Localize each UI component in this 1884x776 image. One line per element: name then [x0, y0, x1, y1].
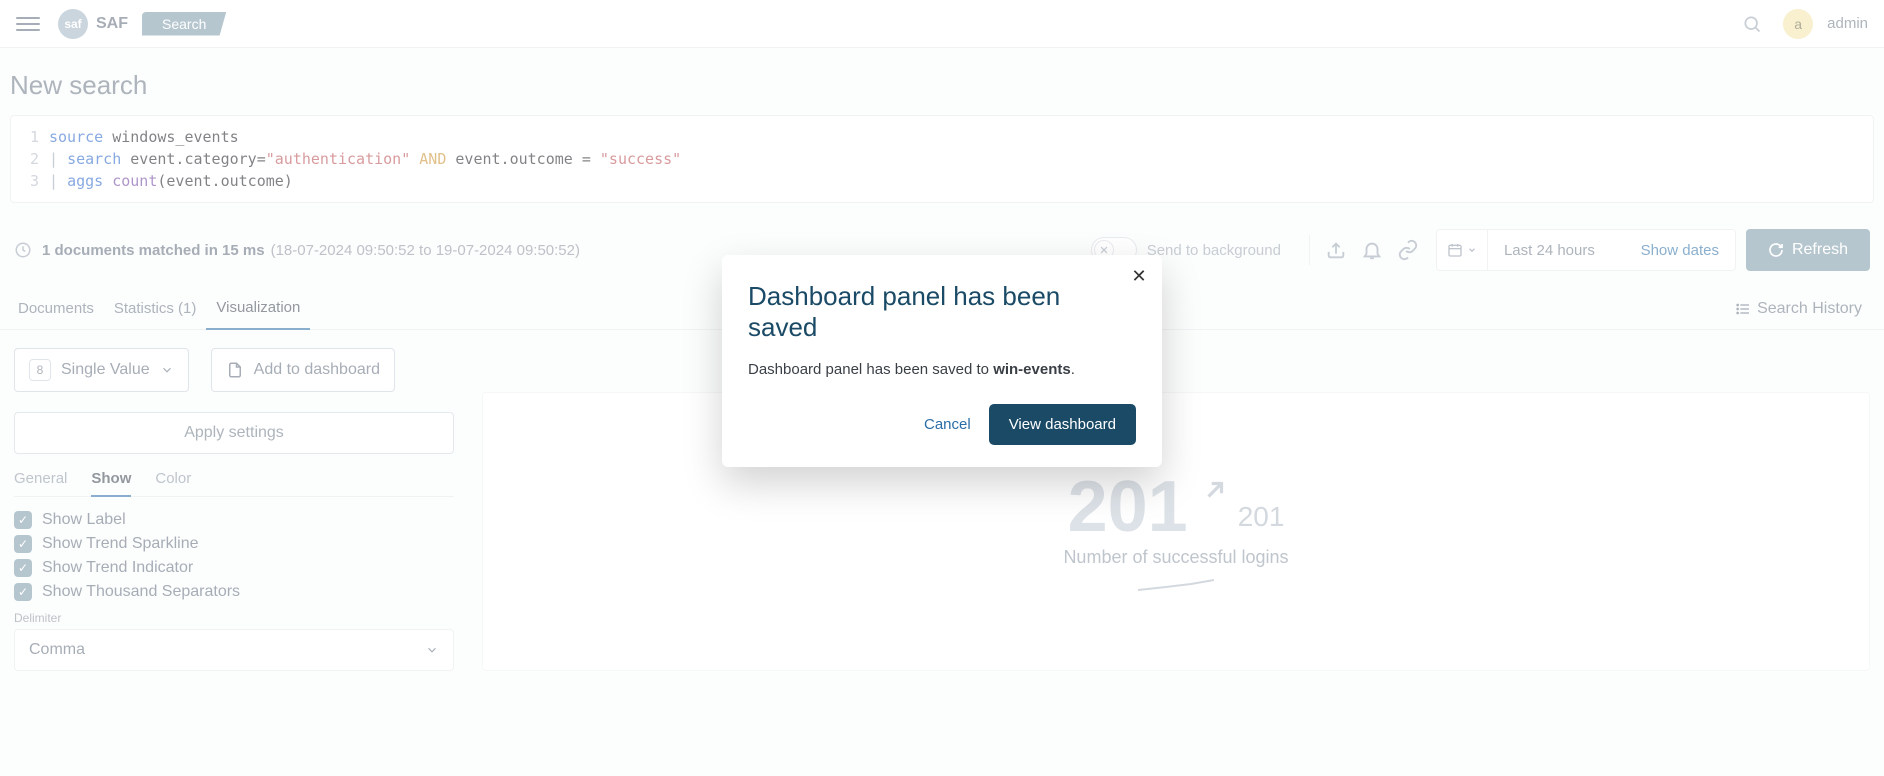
time-range-text: Last 24 hours — [1488, 242, 1625, 259]
check-show-separators[interactable]: ✓ Show Thousand Separators — [14, 583, 454, 601]
checkbox-icon: ✓ — [14, 583, 32, 601]
modal-dashboard-name: win-events — [993, 361, 1071, 378]
gutter: 1 — [11, 126, 49, 148]
apply-settings-button[interactable]: Apply settings — [14, 412, 454, 454]
viz-settings-panel: 8 Single Value Add to dashboard Apply se… — [14, 348, 454, 671]
code-line[interactable]: | search event.category="authentication"… — [49, 148, 681, 170]
refresh-icon — [1768, 242, 1784, 258]
metric-value: 201 — [1068, 471, 1188, 543]
chevron-down-icon — [425, 643, 439, 657]
modal-body-suffix: . — [1071, 361, 1075, 378]
clock-icon — [14, 241, 32, 259]
bell-icon[interactable] — [1357, 235, 1387, 265]
modal-body-text: Dashboard panel has been saved to — [748, 361, 993, 378]
delimiter-select[interactable]: Comma — [14, 629, 454, 671]
user-name[interactable]: admin — [1827, 15, 1868, 32]
code-line[interactable]: source windows_events — [49, 126, 239, 148]
add-to-dashboard-button[interactable]: Add to dashboard — [211, 348, 395, 392]
background-toggle-label: Send to background — [1147, 242, 1281, 259]
calendar-icon[interactable] — [1437, 230, 1488, 270]
cancel-button[interactable]: Cancel — [924, 416, 971, 433]
top-bar: saf SAF Search a admin — [0, 0, 1884, 48]
modal-title: Dashboard panel has been saved — [748, 281, 1136, 343]
tab-statistics[interactable]: Statistics (1) — [104, 290, 207, 329]
settings-tabs: General Show Color — [14, 470, 454, 497]
check-show-sparkline[interactable]: ✓ Show Trend Sparkline — [14, 535, 454, 553]
add-to-dashboard-label: Add to dashboard — [254, 361, 380, 379]
metric-label: Number of successful logins — [1063, 547, 1288, 568]
refresh-button[interactable]: Refresh — [1746, 229, 1870, 271]
gutter: 3 — [11, 170, 49, 192]
check-show-label[interactable]: ✓ Show Label — [14, 511, 454, 529]
close-icon[interactable]: ✕ — [1128, 265, 1150, 287]
nav-pill-search[interactable]: Search — [142, 12, 226, 36]
checkbox-icon: ✓ — [14, 535, 32, 553]
link-icon[interactable] — [1393, 235, 1423, 265]
divider — [1309, 235, 1310, 265]
time-range-picker[interactable]: Last 24 hours Show dates — [1436, 229, 1736, 271]
list-icon — [1735, 301, 1751, 317]
search-history-label: Search History — [1757, 300, 1862, 318]
modal-body: Dashboard panel has been saved to win-ev… — [748, 361, 1136, 378]
viz-type-label: Single Value — [61, 361, 150, 379]
viz-type-badge: 8 — [29, 359, 51, 381]
checkbox-icon: ✓ — [14, 559, 32, 577]
viz-type-select[interactable]: 8 Single Value — [14, 348, 189, 392]
checkbox-icon: ✓ — [14, 511, 32, 529]
check-show-trend[interactable]: ✓ Show Trend Indicator — [14, 559, 454, 577]
avatar[interactable]: a — [1783, 9, 1813, 39]
chevron-down-icon — [160, 363, 174, 377]
view-dashboard-button[interactable]: View dashboard — [989, 404, 1136, 445]
share-icon[interactable] — [1321, 235, 1351, 265]
check-label: Show Label — [42, 511, 126, 529]
settings-tab-color[interactable]: Color — [155, 470, 191, 496]
search-history-button[interactable]: Search History — [1721, 300, 1876, 318]
trend-up-icon — [1202, 471, 1228, 503]
metric-previous: 201 — [1238, 501, 1285, 543]
show-dates-link[interactable]: Show dates — [1625, 242, 1735, 259]
document-icon — [226, 361, 244, 379]
check-label: Show Thousand Separators — [42, 583, 240, 601]
app-logo[interactable]: saf — [58, 9, 88, 39]
menu-icon[interactable] — [16, 12, 40, 36]
page-title: New search — [0, 48, 1884, 115]
settings-tab-show[interactable]: Show — [91, 470, 131, 497]
app-name: SAF — [96, 15, 128, 33]
viz-canvas: 201 201 Number of successful logins — [482, 392, 1870, 671]
gutter: 2 — [11, 148, 49, 170]
tab-visualization[interactable]: Visualization — [206, 289, 310, 330]
check-label: Show Trend Sparkline — [42, 535, 199, 553]
show-options: ✓ Show Label ✓ Show Trend Sparkline ✓ Show … — [14, 511, 454, 601]
match-range: (18-07-2024 09:50:52 to 19-07-2024 09:50… — [271, 242, 580, 259]
settings-tab-general[interactable]: General — [14, 470, 67, 496]
tab-documents[interactable]: Documents — [8, 290, 104, 329]
code-line[interactable]: | aggs count(event.outcome) — [49, 170, 293, 192]
delimiter-value: Comma — [29, 641, 85, 659]
check-label: Show Trend Indicator — [42, 559, 193, 577]
search-icon[interactable] — [1741, 13, 1763, 35]
delimiter-label: Delimiter — [14, 611, 454, 625]
sparkline — [1136, 578, 1216, 592]
match-count: 1 documents matched in 15 ms — [42, 242, 265, 259]
refresh-label: Refresh — [1792, 241, 1848, 259]
query-editor[interactable]: 1source windows_events 2| search event.c… — [10, 115, 1874, 203]
save-confirmation-modal: ✕ Dashboard panel has been saved Dashboa… — [722, 255, 1162, 467]
